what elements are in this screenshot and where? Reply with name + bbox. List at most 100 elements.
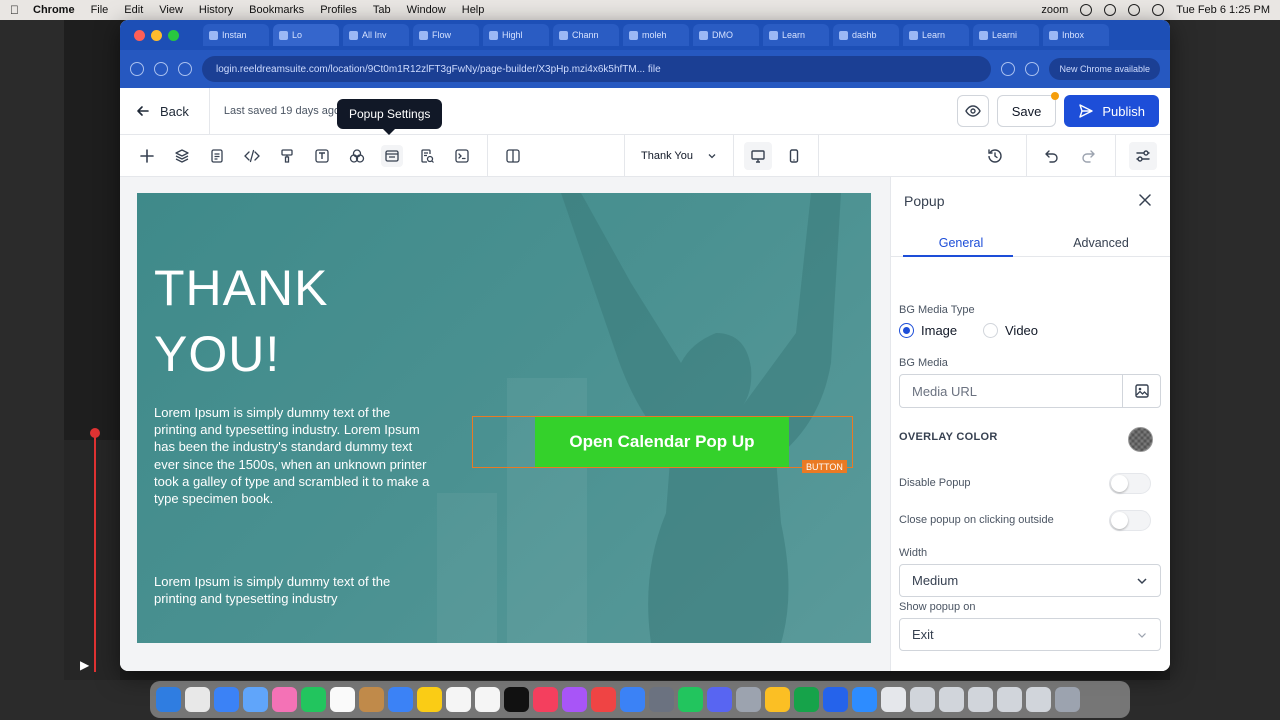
styles-button[interactable] <box>276 145 298 167</box>
safari-icon[interactable] <box>388 687 413 712</box>
system-settings-icon[interactable] <box>649 687 674 712</box>
width-select[interactable]: Medium <box>899 564 1161 597</box>
body-paragraph[interactable]: Lorem Ipsum is simply dummy text of the … <box>154 404 436 507</box>
add-element-button[interactable] <box>136 145 158 167</box>
browser-tab-active[interactable]: Lo <box>273 24 339 46</box>
contacts-icon[interactable] <box>359 687 384 712</box>
close-outside-toggle[interactable] <box>1109 510 1151 531</box>
back-button[interactable]: Back <box>120 88 210 134</box>
maximize-window-button[interactable] <box>168 29 179 41</box>
overlay-color-swatch[interactable] <box>1128 427 1153 452</box>
new-chrome-available-button[interactable]: New Chrome available <box>1049 58 1160 80</box>
document-thumbnail-icon[interactable] <box>881 687 906 712</box>
app-icon[interactable] <box>736 687 761 712</box>
app-store-icon[interactable] <box>620 687 645 712</box>
typography-button[interactable] <box>311 145 333 167</box>
thank-you-heading[interactable]: THANK YOU! <box>154 255 414 387</box>
launchpad-icon[interactable] <box>185 687 210 712</box>
browser-tab[interactable]: dashb <box>833 24 899 46</box>
menu-app-name[interactable]: Chrome <box>33 4 75 16</box>
browser-tab[interactable]: Learn <box>763 24 829 46</box>
browser-tab[interactable]: Inbox <box>1043 24 1109 46</box>
window-thumbnail-icon[interactable] <box>939 687 964 712</box>
reload-icon[interactable] <box>178 62 192 76</box>
history-button[interactable] <box>984 145 1006 167</box>
menu-window[interactable]: Window <box>407 4 446 16</box>
browser-tab[interactable]: Instan <box>203 24 269 46</box>
music-icon[interactable] <box>533 687 558 712</box>
wifi-icon[interactable] <box>1128 4 1141 16</box>
window-thumbnail-icon[interactable] <box>968 687 993 712</box>
browser-tab[interactable]: Chann <box>553 24 619 46</box>
menu-profiles[interactable]: Profiles <box>320 4 357 16</box>
close-window-button[interactable] <box>134 29 145 41</box>
facetime-icon[interactable] <box>301 687 326 712</box>
minimize-window-button[interactable] <box>151 29 162 41</box>
calendar-icon[interactable] <box>330 687 355 712</box>
menu-edit[interactable]: Edit <box>124 4 143 16</box>
playhead[interactable] <box>94 432 96 672</box>
menu-view[interactable]: View <box>159 4 183 16</box>
playhead-handle[interactable] <box>90 428 100 438</box>
columns-button[interactable] <box>502 145 524 167</box>
desktop-view-button[interactable] <box>744 141 772 170</box>
back-nav-icon[interactable] <box>130 62 144 76</box>
menu-file[interactable]: File <box>91 4 109 16</box>
undo-button[interactable] <box>1041 145 1063 167</box>
preview-button[interactable] <box>956 95 989 127</box>
url-input[interactable]: login.reeldreamsuite.com/location/9Ct0m1… <box>202 56 992 82</box>
apple-tv-icon[interactable] <box>504 687 529 712</box>
mail-icon[interactable] <box>214 687 239 712</box>
layers-button[interactable] <box>171 145 193 167</box>
podcasts-icon[interactable] <box>562 687 587 712</box>
colors-button[interactable] <box>346 145 368 167</box>
menu-help[interactable]: Help <box>462 4 485 16</box>
zoom-icon[interactable] <box>852 687 877 712</box>
mobile-view-button[interactable] <box>780 142 808 170</box>
window-thumbnail-icon[interactable] <box>1026 687 1051 712</box>
finder-icon[interactable] <box>156 687 181 712</box>
media-library-button[interactable] <box>1122 375 1160 407</box>
trash-icon[interactable] <box>1055 687 1080 712</box>
body-paragraph-secondary[interactable]: Lorem Ipsum is simply dummy text of the … <box>154 573 436 607</box>
maps-icon[interactable] <box>243 687 268 712</box>
tab-advanced[interactable]: Advanced <box>1031 229 1170 256</box>
media-url-input[interactable]: Media URL <box>899 374 1161 408</box>
extension-icon[interactable] <box>1001 62 1016 76</box>
browser-tab[interactable]: Learn <box>903 24 969 46</box>
reminders-icon[interactable] <box>475 687 500 712</box>
status-icon[interactable] <box>1104 4 1117 16</box>
browser-tab[interactable]: Learni <box>973 24 1039 46</box>
browser-tab[interactable]: moleh <box>623 24 689 46</box>
pages-button[interactable] <box>206 145 228 167</box>
popup-settings-button[interactable] <box>381 144 403 167</box>
browser-tab[interactable]: DMO <box>693 24 759 46</box>
custom-code-button[interactable] <box>451 145 473 167</box>
redo-button[interactable] <box>1077 145 1099 167</box>
news-icon[interactable] <box>591 687 616 712</box>
chrome-icon[interactable] <box>765 687 790 712</box>
browser-tab[interactable]: Flow <box>413 24 479 46</box>
freeform-icon[interactable] <box>446 687 471 712</box>
show-popup-on-select[interactable]: Exit <box>899 618 1161 651</box>
settings-panel-button[interactable] <box>1129 141 1157 170</box>
menu-bookmarks[interactable]: Bookmarks <box>249 4 304 16</box>
forward-nav-icon[interactable] <box>154 62 168 76</box>
publish-button[interactable]: Publish <box>1064 95 1159 127</box>
status-icon[interactable] <box>1080 4 1093 16</box>
clock[interactable]: Tue Feb 6 1:25 PM <box>1176 4 1270 16</box>
window-thumbnail-icon[interactable] <box>910 687 935 712</box>
seo-button[interactable] <box>416 145 438 167</box>
tab-general[interactable]: General <box>891 229 1031 257</box>
browser-tab[interactable]: All Inv <box>343 24 409 46</box>
menu-history[interactable]: History <box>199 4 233 16</box>
save-button[interactable]: Save <box>996 92 1060 127</box>
search-icon[interactable] <box>1152 4 1165 16</box>
disable-popup-toggle[interactable] <box>1109 473 1151 494</box>
extension-icon[interactable] <box>1025 62 1040 76</box>
page-selector[interactable]: Thank You <box>625 135 733 176</box>
apple-icon[interactable]:  <box>10 3 19 17</box>
photos-icon[interactable] <box>272 687 297 712</box>
radio-image[interactable]: Image <box>899 323 957 338</box>
discord-icon[interactable] <box>707 687 732 712</box>
